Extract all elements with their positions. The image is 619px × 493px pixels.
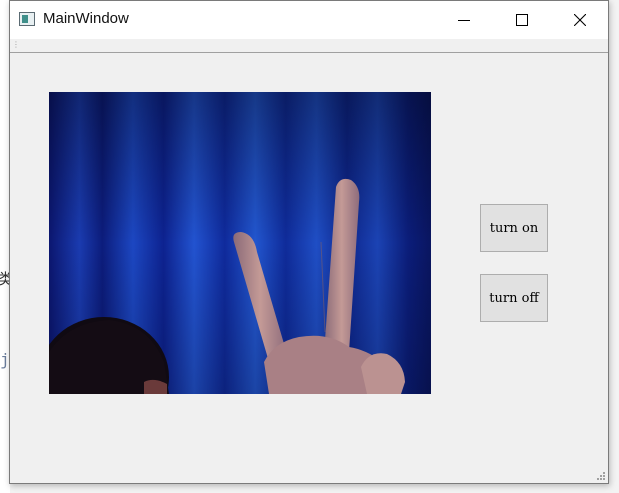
maximize-icon: [516, 14, 528, 26]
resize-grip-icon[interactable]: [596, 471, 606, 481]
minimize-button[interactable]: [435, 1, 493, 39]
toolbar-grip-icon[interactable]: ⋮: [12, 41, 20, 49]
video-feed: [49, 92, 431, 394]
app-window-icon: [19, 12, 35, 26]
turn-on-button[interactable]: turn on: [480, 204, 548, 252]
close-icon: [574, 14, 586, 26]
menu-bar: ⋮: [10, 39, 608, 53]
title-bar[interactable]: MainWindow: [10, 1, 608, 39]
maximize-button[interactable]: [493, 1, 551, 39]
window-title: MainWindow: [43, 10, 129, 27]
main-window: MainWindow ⋮ turn on turn off: [9, 0, 609, 484]
close-button[interactable]: [551, 1, 609, 39]
minimize-icon: [458, 20, 470, 21]
camera-frame-image: [49, 92, 431, 394]
turn-off-button[interactable]: turn off: [480, 274, 548, 322]
